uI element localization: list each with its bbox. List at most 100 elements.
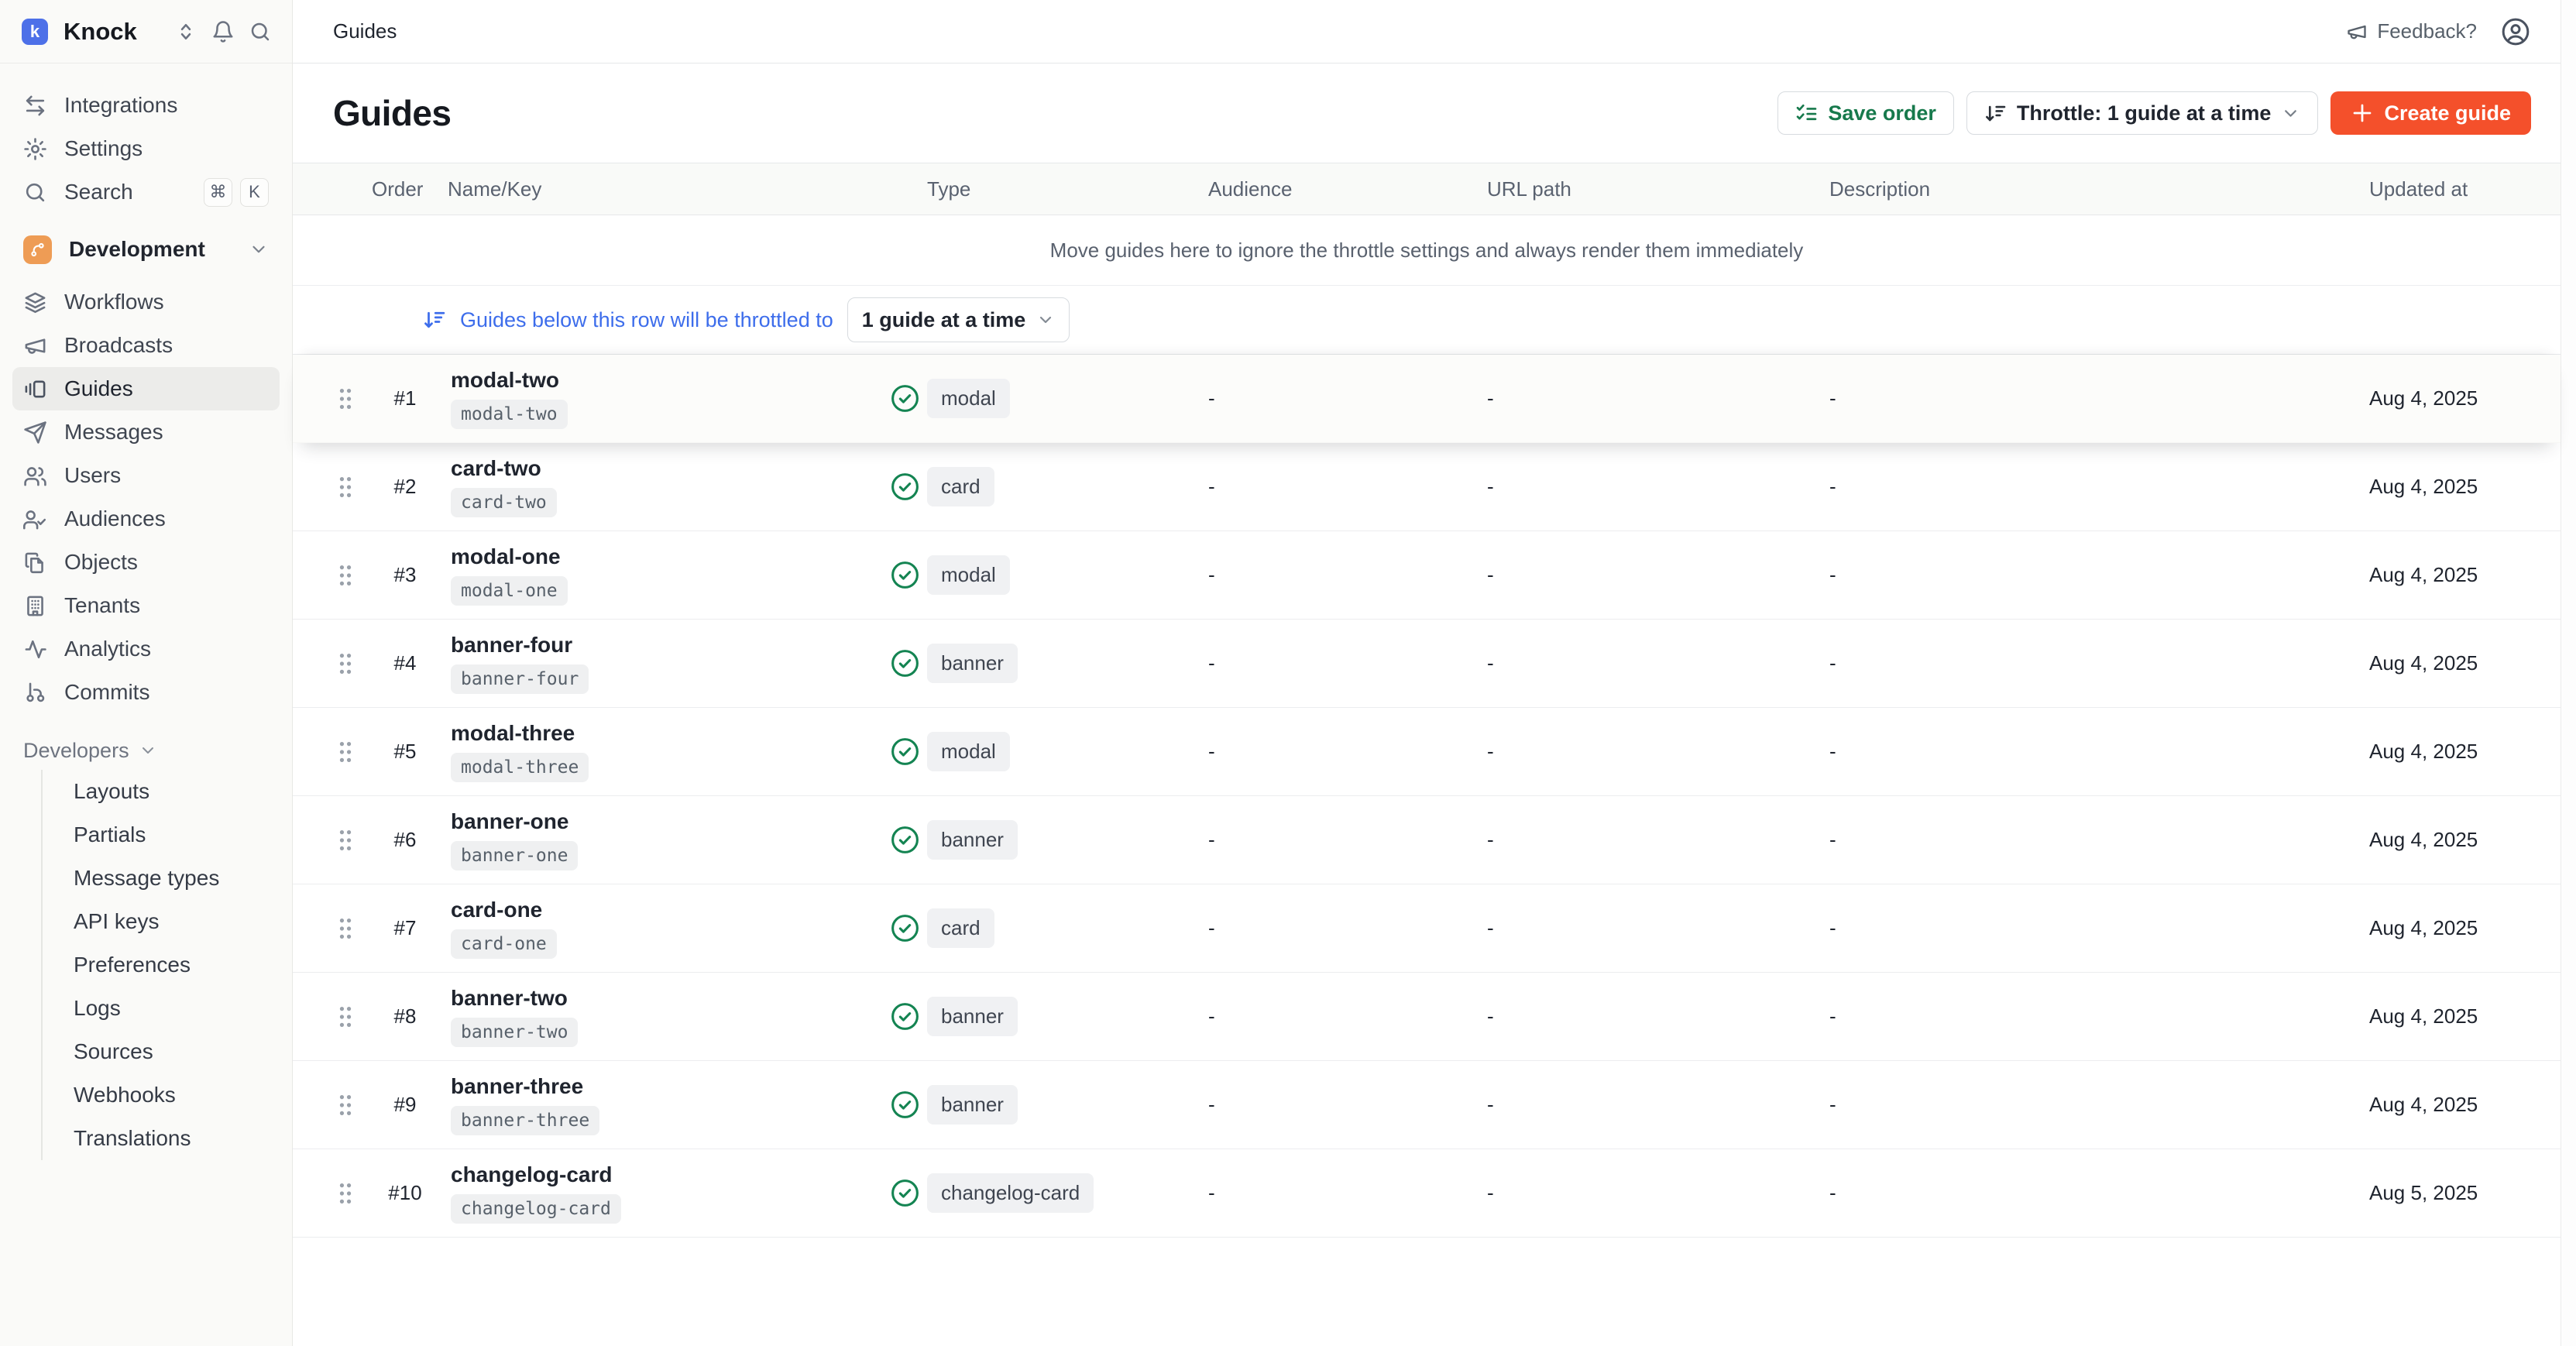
sidebar-item-users[interactable]: Users: [12, 454, 280, 497]
sidebar-subitem[interactable]: API keys: [63, 900, 280, 943]
throttle-divider-link[interactable]: Guides below this row will be throttled …: [460, 308, 833, 332]
search-icon[interactable]: [249, 20, 272, 43]
activity-icon: [23, 637, 47, 661]
guide-url-path: -: [1487, 1181, 1829, 1205]
create-guide-button[interactable]: Create guide: [2330, 91, 2531, 135]
table-row[interactable]: #8 banner-two banner-two banner - - - Au…: [293, 973, 2561, 1061]
guide-type-badge: banner: [927, 820, 1018, 860]
throttle-button-label: Throttle: 1 guide at a time: [2017, 101, 2272, 125]
chevron-down-icon: [139, 741, 157, 760]
table-row[interactable]: #9 banner-three banner-three banner - - …: [293, 1061, 2561, 1149]
chevron-down-icon: [249, 239, 269, 259]
sidebar-item-commits[interactable]: Commits: [12, 671, 280, 714]
table-row[interactable]: #10 changelog-card changelog-card change…: [293, 1149, 2561, 1238]
drag-handle-icon[interactable]: [335, 1004, 355, 1030]
col-url-path: URL path: [1487, 177, 1829, 201]
sidebar-subitem-label: Layouts: [74, 779, 149, 804]
sidebar-item-label: Users: [64, 463, 121, 488]
guide-type-badge: banner: [927, 644, 1018, 683]
guide-order: #9: [362, 1093, 448, 1117]
sidebar-item-search[interactable]: Search ⌘ K: [12, 170, 280, 214]
sidebar-item-guides[interactable]: Guides: [12, 367, 280, 410]
table-row[interactable]: #4 banner-four banner-four banner - - - …: [293, 620, 2561, 708]
developers-label: Developers: [23, 739, 129, 763]
sidebar-subitem[interactable]: Message types: [63, 857, 280, 900]
scrollbar-gutter[interactable]: [2561, 0, 2576, 1346]
expand-workspace-icon[interactable]: [174, 20, 197, 43]
throttle-amount-select[interactable]: 1 guide at a time: [847, 297, 1070, 342]
sidebar-item-settings[interactable]: Settings: [12, 127, 280, 170]
sidebar-subitem[interactable]: Sources: [63, 1030, 280, 1073]
col-updated-at: Updated at: [2369, 177, 2553, 201]
developers-section-toggle[interactable]: Developers: [12, 731, 280, 770]
table-row[interactable]: #3 modal-one modal-one modal - - - Aug 4…: [293, 531, 2561, 620]
drag-handle-icon[interactable]: [335, 651, 355, 677]
guide-order: #4: [362, 651, 448, 675]
sidebar-subitem[interactable]: Logs: [63, 987, 280, 1030]
sidebar-nav: Integrations Settings Search ⌘ K Develop…: [0, 64, 292, 1346]
drag-handle-icon[interactable]: [335, 1092, 355, 1118]
sidebar-item-label: Guides: [64, 376, 133, 401]
guide-updated-at: Aug 4, 2025: [2369, 563, 2553, 587]
sidebar-item-objects[interactable]: Objects: [12, 541, 280, 584]
guide-name: banner-one: [451, 809, 568, 834]
sidebar-subitem[interactable]: Layouts: [63, 770, 280, 813]
guide-name: banner-three: [451, 1074, 583, 1099]
guide-name: card-one: [451, 898, 542, 922]
ignore-throttle-text: Move guides here to ignore the throttle …: [1050, 239, 1804, 263]
drag-handle-icon[interactable]: [335, 474, 355, 500]
guide-url-path: -: [1487, 1093, 1829, 1117]
sidebar-item-tenants[interactable]: Tenants: [12, 584, 280, 627]
drag-handle-icon[interactable]: [335, 386, 355, 412]
guide-key-chip: card-two: [451, 488, 557, 517]
guide-description: -: [1829, 1004, 2369, 1028]
guide-audience: -: [1208, 740, 1487, 764]
sidebar-item-broadcasts[interactable]: Broadcasts: [12, 324, 280, 367]
guide-url-path: -: [1487, 386, 1829, 410]
table-empty-space: [293, 1238, 2561, 1346]
sidebar-item-label: Tenants: [64, 593, 140, 618]
workflows-icon: [23, 290, 47, 314]
ignore-throttle-dropzone[interactable]: Move guides here to ignore the throttle …: [293, 215, 2561, 286]
bell-icon[interactable]: [211, 20, 235, 43]
sidebar-subitem-label: Preferences: [74, 953, 191, 977]
guide-name: changelog-card: [451, 1162, 612, 1187]
guides-icon: [23, 377, 47, 401]
sidebar-subitem[interactable]: Translations: [63, 1117, 280, 1160]
user-avatar-icon[interactable]: [2500, 16, 2531, 47]
page-title: Guides: [333, 92, 451, 134]
guide-description: -: [1829, 563, 2369, 587]
table-row[interactable]: #7 card-one card-one card - - - Aug 4, 2…: [293, 884, 2561, 973]
sidebar-item-label: Messages: [64, 420, 163, 445]
drag-handle-icon[interactable]: [335, 562, 355, 589]
guide-order: #3: [362, 563, 448, 587]
table-header: Order Name/Key Type Audience URL path De…: [293, 163, 2561, 215]
throttle-dropdown-button[interactable]: Throttle: 1 guide at a time: [1966, 91, 2319, 135]
drag-handle-icon[interactable]: [335, 915, 355, 942]
table-row[interactable]: #5 modal-three modal-three modal - - - A…: [293, 708, 2561, 796]
table-row[interactable]: #1 modal-two modal-two modal - - - Aug 4…: [293, 355, 2561, 443]
sidebar-item-messages[interactable]: Messages: [12, 410, 280, 454]
save-order-button[interactable]: Save order: [1777, 91, 1954, 135]
sidebar-item-label: Commits: [64, 680, 149, 705]
environment-switcher[interactable]: Development: [12, 228, 280, 271]
sidebar-subitem[interactable]: Partials: [63, 813, 280, 857]
guide-updated-at: Aug 4, 2025: [2369, 1004, 2553, 1028]
table-row[interactable]: #6 banner-one banner-one banner - - - Au…: [293, 796, 2561, 884]
guide-updated-at: Aug 4, 2025: [2369, 1093, 2553, 1117]
sidebar-item-integrations[interactable]: Integrations: [12, 84, 280, 127]
drag-handle-icon[interactable]: [335, 827, 355, 853]
table-row[interactable]: #2 card-two card-two card - - - Aug 4, 2…: [293, 443, 2561, 531]
environment-icon: [23, 235, 52, 264]
guide-order: #10: [362, 1181, 448, 1205]
sidebar-item-audiences[interactable]: Audiences: [12, 497, 280, 541]
sidebar-item-workflows[interactable]: Workflows: [12, 280, 280, 324]
sidebar-subitem[interactable]: Webhooks: [63, 1073, 280, 1117]
drag-handle-icon[interactable]: [335, 739, 355, 765]
workspace-switcher[interactable]: k Knock: [0, 0, 292, 64]
drag-handle-icon[interactable]: [335, 1180, 355, 1207]
sidebar-item-label: Audiences: [64, 506, 166, 531]
sidebar-subitem[interactable]: Preferences: [63, 943, 280, 987]
sidebar-item-analytics[interactable]: Analytics: [12, 627, 280, 671]
feedback-button[interactable]: Feedback?: [2346, 19, 2477, 43]
